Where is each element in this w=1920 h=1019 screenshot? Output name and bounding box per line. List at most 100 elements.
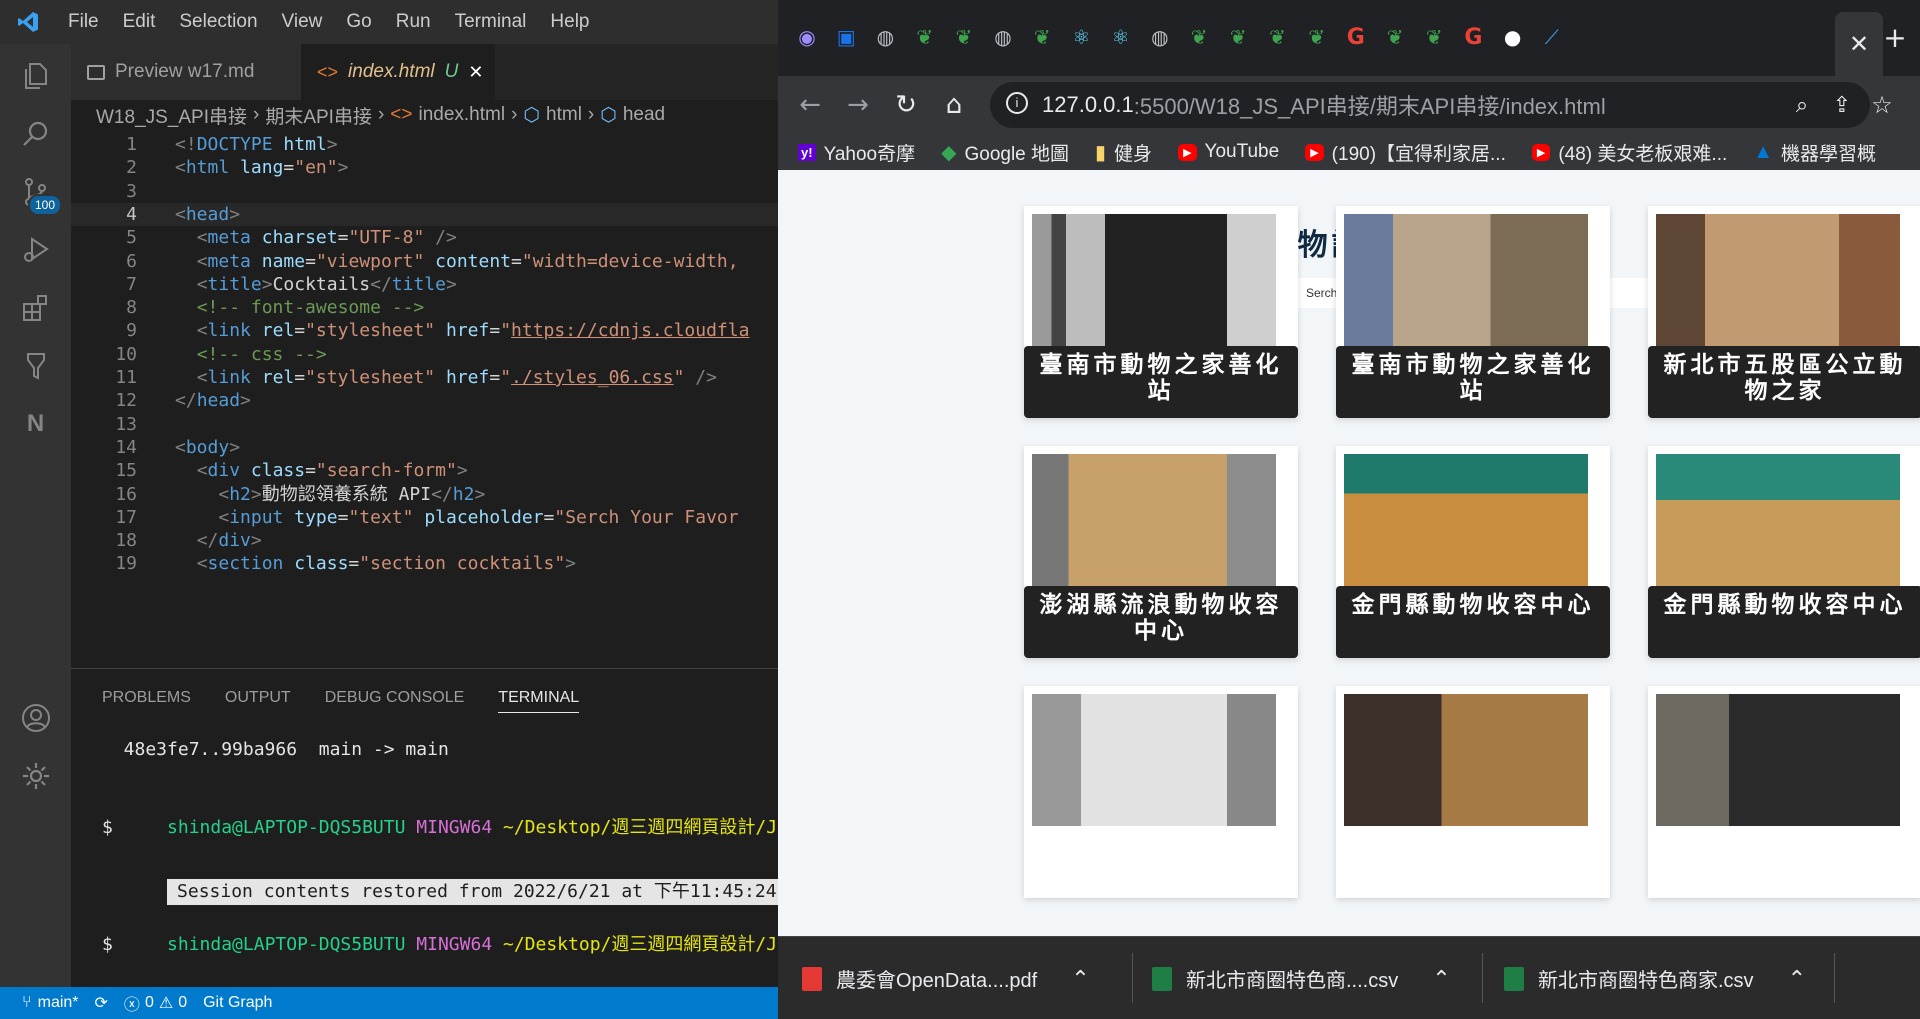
address-bar[interactable]: i 127.0.0.1:5500/W18_JS_API串接/期末API串接/in… bbox=[990, 82, 1870, 128]
chevron-up-icon[interactable]: ⌃ bbox=[1071, 966, 1089, 992]
breadcrumb-item[interactable]: head bbox=[623, 104, 665, 126]
site-info-icon[interactable]: i bbox=[1006, 92, 1028, 114]
run-debug-icon[interactable] bbox=[0, 218, 71, 282]
cmd-tab-icon[interactable]: ▣ bbox=[831, 22, 861, 52]
active-tab[interactable]: ✕ bbox=[1835, 12, 1883, 76]
chevron-up-icon[interactable]: ⌃ bbox=[1788, 966, 1806, 992]
chevron-up-icon[interactable]: ⌃ bbox=[1432, 966, 1450, 992]
close-icon[interactable]: ✕ bbox=[468, 62, 483, 83]
git-graph-button[interactable]: Git Graph bbox=[203, 994, 272, 1012]
tab-index-html[interactable]: <> index.html U ✕ bbox=[301, 44, 495, 100]
problems-status[interactable]: ⓧ 0 ⚠ 0 bbox=[124, 991, 187, 1015]
tab-debug-console[interactable]: DEBUG CONSOLE bbox=[325, 683, 465, 713]
breadcrumb-item[interactable]: W18_JS_API串接 bbox=[96, 102, 247, 129]
browser-tab-strip: ◉ ▣ ◍ ❦ ❦ ◍ ❦ ⚛ ⚛ ◍ ❦ ❦ ❦ ❦ G ❦ ❦ G ● ⟋ ✕ + bbox=[778, 0, 1920, 76]
google-tab-icon[interactable]: G bbox=[1458, 22, 1488, 52]
animal-card[interactable]: 金門縣動物收容中心 bbox=[1336, 446, 1610, 658]
code-token: /> bbox=[435, 227, 457, 249]
breadcrumb-item[interactable]: index.html bbox=[418, 104, 505, 126]
leaf-tab-icon[interactable]: ❦ bbox=[1223, 22, 1253, 52]
bookmark-item[interactable]: ▶ YouTube bbox=[1178, 141, 1279, 163]
menu-item-file[interactable]: File bbox=[56, 0, 111, 44]
remote-icon[interactable]: N bbox=[0, 392, 71, 456]
menu-item-edit[interactable]: Edit bbox=[111, 0, 168, 44]
animal-card[interactable]: 新北市五股區公立動物之家 bbox=[1648, 206, 1920, 418]
menu-item-view[interactable]: View bbox=[270, 0, 335, 44]
animal-card[interactable]: 臺南市動物之家善化站 bbox=[1024, 206, 1298, 418]
download-item[interactable]: 新北市商圈特色商家.csv ⌃ bbox=[1504, 937, 1806, 1019]
menu-item-help[interactable]: Help bbox=[538, 0, 601, 44]
terminal-prompt: $ bbox=[102, 817, 113, 838]
google-tab-icon[interactable]: G bbox=[1341, 22, 1371, 52]
bookmark-item[interactable]: ▲ 機器學習概 bbox=[1753, 139, 1876, 166]
bookmark-star-icon[interactable]: ☆ bbox=[1858, 81, 1906, 129]
extensions-icon[interactable] bbox=[0, 276, 71, 340]
pdf-icon bbox=[802, 966, 822, 991]
bookmark-item[interactable]: ◆ Google 地圖 bbox=[941, 139, 1069, 166]
vscode-tab-icon[interactable]: ⟋ bbox=[1537, 22, 1567, 52]
source-control-icon[interactable]: 100 bbox=[0, 160, 71, 224]
close-icon[interactable]: ✕ bbox=[1849, 30, 1869, 58]
tab-problems[interactable]: PROBLEMS bbox=[102, 683, 191, 713]
leaf-tab-icon[interactable]: ❦ bbox=[1419, 22, 1449, 52]
code-editor[interactable]: 1 <!DOCTYPE html> 2 <html lang="en"> 3 4 <head… bbox=[71, 130, 778, 668]
forward-icon[interactable]: → bbox=[834, 81, 882, 129]
globe-tab-icon[interactable]: ◍ bbox=[870, 22, 900, 52]
globe-tab-icon[interactable]: ◍ bbox=[988, 22, 1018, 52]
code-token: title bbox=[207, 273, 262, 295]
animal-card[interactable]: 澎湖縣流浪動物收容中心 bbox=[1024, 446, 1298, 658]
new-tab-icon[interactable]: + bbox=[1880, 21, 1910, 54]
leaf-tab-icon[interactable]: ❦ bbox=[949, 22, 979, 52]
leaf-tab-icon[interactable]: ❦ bbox=[1302, 22, 1332, 52]
settings-gear-icon[interactable] bbox=[0, 744, 71, 808]
copilot-tab-icon[interactable]: ◉ bbox=[792, 22, 822, 52]
tab-terminal[interactable]: TERMINAL bbox=[498, 683, 580, 713]
download-item[interactable]: 農委會OpenData....pdf ⌃ bbox=[802, 937, 1090, 1019]
reload-icon[interactable]: ↻ bbox=[882, 81, 930, 129]
react-tab-icon[interactable]: ⚛ bbox=[1066, 22, 1096, 52]
branch-status[interactable]: ⑂ main* bbox=[22, 994, 79, 1012]
search-icon[interactable] bbox=[0, 102, 71, 166]
code-token: h2 bbox=[229, 483, 251, 505]
code-token: > bbox=[337, 157, 349, 179]
animal-card[interactable]: 金門縣動物收容中心 bbox=[1648, 446, 1920, 658]
animal-card[interactable]: 臺南市動物之家善化站 bbox=[1336, 206, 1610, 418]
leaf-tab-icon[interactable]: ❦ bbox=[910, 22, 940, 52]
testing-icon[interactable] bbox=[0, 334, 71, 398]
animal-card[interactable] bbox=[1648, 686, 1920, 898]
back-icon[interactable]: ← bbox=[786, 81, 834, 129]
tab-preview-w17[interactable]: Preview w17.md bbox=[71, 44, 301, 100]
leaf-tab-icon[interactable]: ❦ bbox=[1027, 22, 1057, 52]
leaf-tab-icon[interactable]: ❦ bbox=[1262, 22, 1292, 52]
bookmark-item[interactable]: ▮ 健身 bbox=[1095, 139, 1152, 166]
menu-item-selection[interactable]: Selection bbox=[167, 0, 269, 44]
account-icon[interactable] bbox=[0, 686, 71, 750]
breadcrumb-item[interactable]: 期末API串接 bbox=[265, 102, 372, 129]
shelter-name: 金門縣動物收容中心 bbox=[1336, 586, 1610, 658]
leaf-tab-icon[interactable]: ❦ bbox=[1184, 22, 1214, 52]
github-tab-icon[interactable]: ● bbox=[1498, 22, 1528, 52]
bookmark-label: 健身 bbox=[1114, 143, 1153, 165]
bookmark-item[interactable]: ▶ (190)【宜得利家居... bbox=[1305, 139, 1506, 166]
globe-tab-icon[interactable]: ◍ bbox=[1145, 22, 1175, 52]
menu-item-go[interactable]: Go bbox=[334, 0, 383, 44]
explorer-icon[interactable] bbox=[0, 44, 71, 108]
tab-output[interactable]: OUTPUT bbox=[225, 683, 291, 713]
home-icon[interactable]: ⌂ bbox=[930, 81, 978, 129]
bookmark-item[interactable]: ▶ (48) 美女老板艰难... bbox=[1531, 139, 1727, 166]
sync-icon[interactable]: ⟳ bbox=[95, 993, 108, 1013]
menu-item-terminal[interactable]: Terminal bbox=[443, 0, 539, 44]
download-item[interactable]: 新北市商圈特色商....csv ⌃ bbox=[1152, 937, 1451, 1019]
animal-card[interactable] bbox=[1336, 686, 1610, 898]
menu-item-run[interactable]: Run bbox=[384, 0, 443, 44]
react-tab-icon[interactable]: ⚛ bbox=[1106, 22, 1136, 52]
html-file-icon: <> bbox=[317, 61, 339, 82]
animal-card[interactable] bbox=[1024, 686, 1298, 898]
bookmark-label: Google 地圖 bbox=[964, 143, 1070, 165]
terminal-prompt[interactable]: $ bbox=[102, 932, 113, 958]
leaf-tab-icon[interactable]: ❦ bbox=[1380, 22, 1410, 52]
breadcrumb-item[interactable]: html bbox=[546, 104, 582, 126]
bookmark-item[interactable]: y! Yahoo奇摩 bbox=[798, 139, 915, 166]
